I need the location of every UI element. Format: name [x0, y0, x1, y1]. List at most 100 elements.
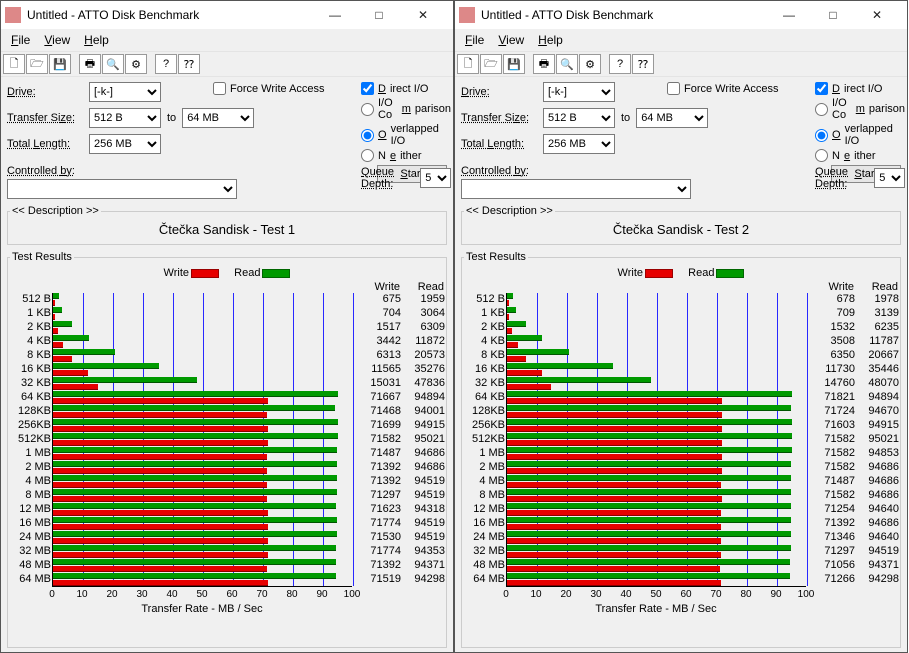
- write-bar: [53, 552, 268, 558]
- maximize-button[interactable]: □: [357, 4, 401, 26]
- close-button[interactable]: ✕: [401, 4, 445, 26]
- read-bar: [53, 517, 337, 523]
- zoom-icon[interactable]: 🔍: [556, 54, 578, 74]
- direct-io-check[interactable]: Direct I/O: [815, 81, 905, 96]
- queue-select[interactable]: 5: [874, 168, 905, 188]
- read-bar: [507, 447, 792, 453]
- read-value: 94686: [401, 447, 445, 459]
- category-label: 32 KB: [465, 377, 505, 389]
- x-tick: 50: [196, 589, 207, 600]
- read-value: 94371: [855, 559, 899, 571]
- force-write-check[interactable]: Force Write Access: [213, 81, 353, 96]
- read-bar: [53, 559, 336, 565]
- toolbar: 🗋🗁💾 🖶🔍⚙?⁇: [455, 51, 907, 77]
- zoomcfg-icon[interactable]: ⚙: [125, 54, 147, 74]
- io-compare-radio[interactable]: I/O Comparison: [815, 96, 905, 122]
- write-value: 71667: [357, 391, 401, 403]
- whats-icon[interactable]: ⁇: [178, 54, 200, 74]
- whats-icon[interactable]: ⁇: [632, 54, 654, 74]
- zoom-icon[interactable]: 🔍: [102, 54, 124, 74]
- print-icon[interactable]: 🖶: [79, 54, 101, 74]
- help-icon[interactable]: ?: [609, 54, 631, 74]
- titlebar: Untitled - ATTO Disk Benchmark ― □ ✕: [1, 1, 453, 29]
- maximize-button[interactable]: □: [811, 4, 855, 26]
- category-label: 4 KB: [11, 335, 51, 347]
- read-value: 94640: [855, 531, 899, 543]
- transfer-to-select[interactable]: 64 MB: [182, 108, 254, 128]
- x-tick: 0: [503, 589, 509, 600]
- read-value: 94686: [855, 489, 899, 501]
- write-bar: [53, 356, 72, 362]
- force-write-check[interactable]: Force Write Access: [667, 81, 807, 96]
- minimize-button[interactable]: ―: [767, 4, 811, 26]
- write-value: 71297: [357, 489, 401, 501]
- transfer-from-select[interactable]: 512 B: [89, 108, 161, 128]
- category-label: 16 KB: [465, 363, 505, 375]
- read-bar: [507, 517, 791, 523]
- overlapped-radio[interactable]: Overlapped I/O: [815, 122, 905, 148]
- overlapped-radio[interactable]: Overlapped I/O: [361, 122, 451, 148]
- category-label: 2 KB: [465, 321, 505, 333]
- close-button[interactable]: ✕: [855, 4, 899, 26]
- write-bar: [53, 440, 268, 446]
- save-icon[interactable]: 💾: [503, 54, 525, 74]
- chart-row: 256KB 7169994915: [53, 419, 353, 433]
- transfer-to-select[interactable]: 64 MB: [636, 108, 708, 128]
- chart-row: 12 MB 7125494640: [507, 503, 807, 517]
- new-icon[interactable]: 🗋: [457, 54, 479, 74]
- description-text: Čtečka Sandisk - Test 2: [464, 219, 898, 242]
- totallen-select[interactable]: 256 MB: [543, 134, 615, 154]
- menu-file[interactable]: File: [5, 31, 36, 49]
- io-compare-radio[interactable]: I/O Comparison: [361, 96, 451, 122]
- menu-view[interactable]: View: [38, 31, 76, 49]
- read-bar: [53, 489, 337, 495]
- neither-radio[interactable]: Neither: [815, 148, 905, 163]
- chart-row: 512KB 7158295021: [507, 433, 807, 447]
- read-value: 94519: [401, 531, 445, 543]
- x-tick: 100: [344, 589, 361, 600]
- write-bar: [53, 538, 268, 544]
- menu-help[interactable]: Help: [532, 31, 569, 49]
- controlled-select[interactable]: [7, 179, 237, 199]
- write-bar: [507, 412, 722, 418]
- read-bar: [53, 307, 62, 313]
- controlled-select[interactable]: [461, 179, 691, 199]
- write-value: 71582: [811, 433, 855, 445]
- open-icon[interactable]: 🗁: [480, 54, 502, 74]
- help-icon[interactable]: ?: [155, 54, 177, 74]
- read-value: 3064: [401, 307, 445, 319]
- write-bar: [53, 328, 58, 334]
- write-bar: [507, 384, 551, 390]
- write-bar: [53, 524, 268, 530]
- zoomcfg-icon[interactable]: ⚙: [579, 54, 601, 74]
- direct-io-check[interactable]: Direct I/O: [361, 81, 451, 96]
- queue-select[interactable]: 5: [420, 168, 451, 188]
- category-label: 4 KB: [465, 335, 505, 347]
- write-value: 71774: [357, 545, 401, 557]
- read-bar: [507, 475, 791, 481]
- chart-row: 2 KB 15176309: [53, 321, 353, 335]
- read-bar: [53, 573, 336, 579]
- col-write: Write: [356, 281, 400, 293]
- totallen-select[interactable]: 256 MB: [89, 134, 161, 154]
- category-label: 32 MB: [465, 545, 505, 557]
- open-icon[interactable]: 🗁: [26, 54, 48, 74]
- chart-row: 4 MB 7139294519: [53, 475, 353, 489]
- write-value: 71623: [357, 503, 401, 515]
- drive-select[interactable]: [-k-]: [89, 82, 161, 102]
- print-icon[interactable]: 🖶: [533, 54, 555, 74]
- new-icon[interactable]: 🗋: [3, 54, 25, 74]
- transfer-from-select[interactable]: 512 B: [543, 108, 615, 128]
- drive-select[interactable]: [-k-]: [543, 82, 615, 102]
- read-value: 11872: [401, 335, 445, 347]
- menu-file[interactable]: File: [459, 31, 490, 49]
- save-icon[interactable]: 💾: [49, 54, 71, 74]
- menu-view[interactable]: View: [492, 31, 530, 49]
- chart-legend: Write Read: [10, 265, 444, 281]
- read-value: 94318: [401, 503, 445, 515]
- menu-help[interactable]: Help: [78, 31, 115, 49]
- read-bar: [53, 447, 337, 453]
- category-label: 24 MB: [465, 531, 505, 543]
- minimize-button[interactable]: ―: [313, 4, 357, 26]
- neither-radio[interactable]: Neither: [361, 148, 451, 163]
